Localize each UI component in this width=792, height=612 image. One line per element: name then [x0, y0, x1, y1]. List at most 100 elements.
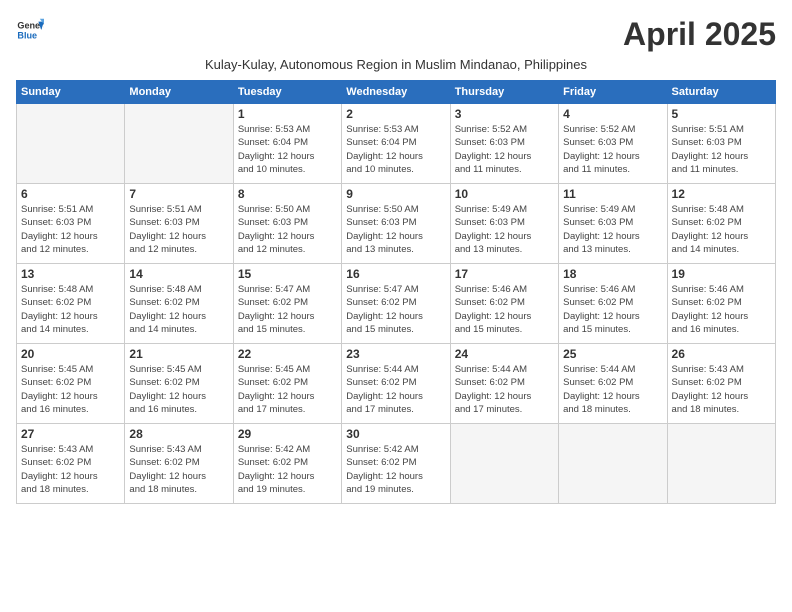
day-info: Sunrise: 5:47 AMSunset: 6:02 PMDaylight:…: [346, 283, 445, 336]
day-info: Sunrise: 5:48 AMSunset: 6:02 PMDaylight:…: [672, 203, 771, 256]
day-info: Sunrise: 5:53 AMSunset: 6:04 PMDaylight:…: [238, 123, 337, 176]
calendar-cell: 27 Sunrise: 5:43 AMSunset: 6:02 PMDayligh…: [17, 424, 125, 504]
day-number: 1: [238, 107, 337, 121]
calendar-cell: 21Sunrise: 5:45 AMSunset: 6:02 PMDayligh…: [125, 344, 233, 424]
col-header-tuesday: Tuesday: [233, 81, 341, 104]
calendar-cell: 4 Sunrise: 5:52 AMSunset: 6:03 PMDaylight…: [559, 104, 667, 184]
day-number: 24: [455, 347, 554, 361]
calendar-cell: 2 Sunrise: 5:53 AMSunset: 6:04 PMDaylight…: [342, 104, 450, 184]
day-info: Sunrise: 5:52 AMSunset: 6:03 PMDaylight:…: [563, 123, 662, 176]
day-info: Sunrise: 5:47 AMSunset: 6:02 PMDaylight:…: [238, 283, 337, 336]
day-info: Sunrise: 5:43 AMSunset: 6:02 PMDaylight:…: [672, 363, 771, 416]
calendar-cell: 16 Sunrise: 5:47 AMSunset: 6:02 PMDayligh…: [342, 264, 450, 344]
calendar-cell: 9 Sunrise: 5:50 AMSunset: 6:03 PMDaylight…: [342, 184, 450, 264]
calendar-cell: 7 Sunrise: 5:51 AMSunset: 6:03 PMDaylight…: [125, 184, 233, 264]
day-info: Sunrise: 5:43 AMSunset: 6:02 PMDaylight:…: [21, 443, 120, 496]
calendar-cell: 24 Sunrise: 5:44 AMSunset: 6:02 PMDayligh…: [450, 344, 558, 424]
day-number: 30: [346, 427, 445, 441]
calendar-cell: 17Sunrise: 5:46 AMSunset: 6:02 PMDayligh…: [450, 264, 558, 344]
calendar-cell: 3 Sunrise: 5:52 AMSunset: 6:03 PMDaylight…: [450, 104, 558, 184]
day-info: Sunrise: 5:44 AMSunset: 6:02 PMDaylight:…: [563, 363, 662, 416]
calendar-cell: 19 Sunrise: 5:46 AMSunset: 6:02 PMDayligh…: [667, 264, 775, 344]
day-number: 3: [455, 107, 554, 121]
svg-text:Blue: Blue: [17, 30, 37, 40]
day-info: Sunrise: 5:51 AMSunset: 6:03 PMDaylight:…: [129, 203, 228, 256]
calendar-cell: [667, 424, 775, 504]
day-info: Sunrise: 5:45 AMSunset: 6:02 PMDaylight:…: [238, 363, 337, 416]
day-info: Sunrise: 5:52 AMSunset: 6:03 PMDaylight:…: [455, 123, 554, 176]
col-header-wednesday: Wednesday: [342, 81, 450, 104]
day-info: Sunrise: 5:45 AMSunset: 6:02 PMDaylight:…: [21, 363, 120, 416]
day-info: Sunrise: 5:48 AMSunset: 6:02 PMDaylight:…: [21, 283, 120, 336]
calendar-cell: [450, 424, 558, 504]
day-info: Sunrise: 5:46 AMSunset: 6:02 PMDaylight:…: [672, 283, 771, 336]
calendar-cell: 30Sunrise: 5:42 AMSunset: 6:02 PMDayligh…: [342, 424, 450, 504]
day-info: Sunrise: 5:43 AMSunset: 6:02 PMDaylight:…: [129, 443, 228, 496]
calendar-cell: 8 Sunrise: 5:50 AMSunset: 6:03 PMDaylight…: [233, 184, 341, 264]
month-title: April 2025: [623, 16, 776, 53]
calendar-cell: 15Sunrise: 5:47 AMSunset: 6:02 PMDayligh…: [233, 264, 341, 344]
calendar-cell: 5 Sunrise: 5:51 AMSunset: 6:03 PMDaylight…: [667, 104, 775, 184]
calendar-cell: 22 Sunrise: 5:45 AMSunset: 6:02 PMDayligh…: [233, 344, 341, 424]
day-info: Sunrise: 5:46 AMSunset: 6:02 PMDaylight:…: [563, 283, 662, 336]
calendar-cell: 12 Sunrise: 5:48 AMSunset: 6:02 PMDayligh…: [667, 184, 775, 264]
day-info: Sunrise: 5:44 AMSunset: 6:02 PMDaylight:…: [455, 363, 554, 416]
day-number: 11: [563, 187, 662, 201]
day-info: Sunrise: 5:53 AMSunset: 6:04 PMDaylight:…: [346, 123, 445, 176]
day-number: 22: [238, 347, 337, 361]
day-number: 7: [129, 187, 228, 201]
calendar-cell: 10 Sunrise: 5:49 AMSunset: 6:03 PMDayligh…: [450, 184, 558, 264]
day-info: Sunrise: 5:48 AMSunset: 6:02 PMDaylight:…: [129, 283, 228, 336]
day-number: 28: [129, 427, 228, 441]
day-number: 20: [21, 347, 120, 361]
calendar-cell: [125, 104, 233, 184]
day-number: 26: [672, 347, 771, 361]
day-number: 5: [672, 107, 771, 121]
day-number: 23: [346, 347, 445, 361]
day-info: Sunrise: 5:44 AMSunset: 6:02 PMDaylight:…: [346, 363, 445, 416]
calendar-cell: 1 Sunrise: 5:53 AMSunset: 6:04 PMDaylight…: [233, 104, 341, 184]
calendar-cell: 29Sunrise: 5:42 AMSunset: 6:02 PMDayligh…: [233, 424, 341, 504]
day-info: Sunrise: 5:46 AMSunset: 6:02 PMDaylight:…: [455, 283, 554, 336]
calendar-cell: 23 Sunrise: 5:44 AMSunset: 6:02 PMDayligh…: [342, 344, 450, 424]
calendar-table: SundayMondayTuesdayWednesdayThursdayFrid…: [16, 80, 776, 504]
day-number: 27: [21, 427, 120, 441]
calendar-cell: 25 Sunrise: 5:44 AMSunset: 6:02 PMDayligh…: [559, 344, 667, 424]
calendar-cell: 20 Sunrise: 5:45 AMSunset: 6:02 PMDayligh…: [17, 344, 125, 424]
day-number: 4: [563, 107, 662, 121]
calendar-cell: 18 Sunrise: 5:46 AMSunset: 6:02 PMDayligh…: [559, 264, 667, 344]
header: General Blue April 2025: [16, 16, 776, 53]
col-header-friday: Friday: [559, 81, 667, 104]
calendar-cell: 11 Sunrise: 5:49 AMSunset: 6:03 PMDayligh…: [559, 184, 667, 264]
calendar-cell: [17, 104, 125, 184]
day-number: 14: [129, 267, 228, 281]
day-info: Sunrise: 5:49 AMSunset: 6:03 PMDaylight:…: [455, 203, 554, 256]
calendar-cell: 28 Sunrise: 5:43 AMSunset: 6:02 PMDayligh…: [125, 424, 233, 504]
col-header-sunday: Sunday: [17, 81, 125, 104]
col-header-saturday: Saturday: [667, 81, 775, 104]
day-number: 2: [346, 107, 445, 121]
subtitle: Kulay-Kulay, Autonomous Region in Muslim…: [16, 57, 776, 72]
day-number: 9: [346, 187, 445, 201]
day-number: 18: [563, 267, 662, 281]
day-number: 6: [21, 187, 120, 201]
day-info: Sunrise: 5:50 AMSunset: 6:03 PMDaylight:…: [238, 203, 337, 256]
day-number: 10: [455, 187, 554, 201]
col-header-thursday: Thursday: [450, 81, 558, 104]
day-number: 16: [346, 267, 445, 281]
day-number: 8: [238, 187, 337, 201]
day-number: 19: [672, 267, 771, 281]
day-number: 12: [672, 187, 771, 201]
calendar-cell: 6 Sunrise: 5:51 AMSunset: 6:03 PMDaylight…: [17, 184, 125, 264]
day-number: 25: [563, 347, 662, 361]
day-info: Sunrise: 5:51 AMSunset: 6:03 PMDaylight:…: [672, 123, 771, 176]
calendar-cell: 13Sunrise: 5:48 AMSunset: 6:02 PMDayligh…: [17, 264, 125, 344]
calendar-cell: 26 Sunrise: 5:43 AMSunset: 6:02 PMDayligh…: [667, 344, 775, 424]
day-info: Sunrise: 5:51 AMSunset: 6:03 PMDaylight:…: [21, 203, 120, 256]
calendar-cell: [559, 424, 667, 504]
logo-icon: General Blue: [16, 16, 44, 44]
logo: General Blue: [16, 16, 44, 44]
day-info: Sunrise: 5:50 AMSunset: 6:03 PMDaylight:…: [346, 203, 445, 256]
day-number: 21: [129, 347, 228, 361]
day-info: Sunrise: 5:49 AMSunset: 6:03 PMDaylight:…: [563, 203, 662, 256]
